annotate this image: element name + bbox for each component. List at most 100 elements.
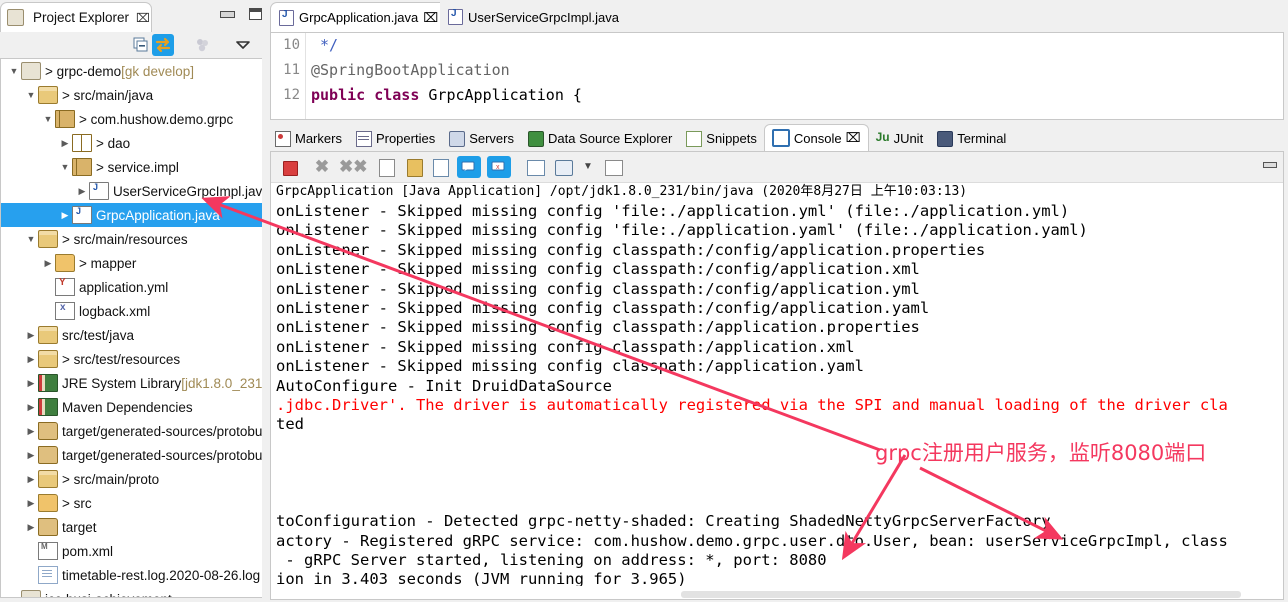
bottom-panel-tab[interactable]: Properties: [349, 126, 442, 151]
close-icon[interactable]: ⌧: [846, 130, 861, 146]
terminate-icon[interactable]: [283, 161, 298, 176]
close-icon[interactable]: ⌧: [136, 11, 150, 25]
show-console-on-output-icon[interactable]: [457, 156, 481, 178]
clear-console-icon[interactable]: [379, 159, 395, 177]
expand-arrow-icon[interactable]: [58, 210, 72, 221]
data-source-explorer-icon: [528, 130, 544, 147]
editor-tab-label: GrpcApplication.java: [299, 10, 419, 25]
project-explorer-panel: Project Explorer ⌧ > grpc-demo [gk devel: [0, 0, 268, 602]
bottom-panel-tab[interactable]: Markers: [268, 126, 349, 151]
expand-arrow-icon[interactable]: [41, 258, 55, 269]
tree-item[interactable]: > src/test/resources: [1, 347, 262, 371]
expand-arrow-icon[interactable]: [24, 402, 38, 413]
editor-tab[interactable]: UserServiceGrpcImpl.java: [440, 2, 627, 32]
expand-arrow-icon[interactable]: [58, 138, 72, 149]
remove-all-terminated-icon[interactable]: ✖✖: [339, 158, 368, 176]
expand-arrow-icon[interactable]: [41, 114, 55, 124]
collapse-all-icon[interactable]: [130, 34, 152, 56]
view-menu-icon[interactable]: [232, 34, 254, 56]
tree-item[interactable]: application.yml: [1, 275, 262, 299]
display-selected-console-icon[interactable]: [555, 160, 573, 176]
library-icon: [38, 374, 58, 392]
target-folder-icon: [38, 518, 58, 536]
expand-arrow-icon[interactable]: [24, 354, 38, 365]
console-dropdown-icon[interactable]: ▼: [579, 158, 597, 176]
bottom-panel-tab[interactable]: Data Source Explorer: [521, 126, 679, 151]
console-line: onListener - Skipped missing config clas…: [276, 279, 920, 298]
bottom-panel-tab[interactable]: JUnit: [869, 126, 931, 151]
tree-item[interactable]: jcc-busi-achievement: [1, 587, 262, 597]
new-console-view-icon[interactable]: [605, 160, 623, 176]
tree-item[interactable]: Maven Dependencies: [1, 395, 262, 419]
tree-item[interactable]: > com.hushow.demo.grpc: [1, 107, 262, 131]
console-line: onListener - Skipped missing config 'fil…: [276, 202, 1070, 220]
servers-icon: [449, 130, 466, 147]
pin-console-icon[interactable]: [527, 160, 545, 176]
console-horizontal-scrollbar[interactable]: [681, 591, 1241, 598]
code-editor[interactable]: 10 11 12 */ @SpringBootApplication public cl…: [270, 32, 1284, 120]
tree-item[interactable]: target/generated-sources/protobuf/: [1, 443, 262, 467]
tree-item[interactable]: src/test/java: [1, 323, 262, 347]
console-line: - gRPC Server started, listening on addr…: [276, 551, 827, 570]
expand-arrow-icon[interactable]: [58, 162, 72, 172]
expand-arrow-icon[interactable]: [24, 90, 38, 100]
bottom-panel-tab-label: Servers: [469, 131, 514, 146]
expand-arrow-icon[interactable]: [24, 426, 38, 437]
remove-launch-icon[interactable]: ✖: [313, 158, 331, 176]
code-token: public class: [311, 86, 429, 104]
close-icon[interactable]: ⌧: [423, 10, 438, 26]
console-output[interactable]: onListener - Skipped missing config 'fil…: [271, 202, 1283, 586]
link-with-editor-icon[interactable]: [152, 34, 174, 56]
project-tree[interactable]: > grpc-demo [gk develop] > src/main/java >…: [0, 58, 262, 598]
tree-item[interactable]: pom.xml: [1, 539, 262, 563]
scroll-lock-icon[interactable]: [407, 159, 423, 177]
expand-arrow-icon[interactable]: [24, 450, 38, 461]
tree-item-label: timetable-rest.log.2020-08-26.log: [62, 567, 261, 583]
code-token: @SpringBootApplication: [311, 61, 510, 79]
minimize-icon[interactable]: [1263, 162, 1277, 168]
bottom-panel-tab[interactable]: Servers: [442, 126, 521, 151]
bottom-panel-tab[interactable]: Snippets: [679, 126, 764, 151]
tree-item[interactable]: target/generated-sources/protobuf/: [1, 419, 262, 443]
tree-item[interactable]: > src: [1, 491, 262, 515]
expand-arrow-icon[interactable]: [24, 378, 38, 389]
expand-arrow-icon[interactable]: [24, 498, 38, 509]
minimize-icon[interactable]: [220, 10, 235, 18]
show-console-on-error-icon[interactable]: x: [487, 156, 511, 178]
expand-arrow-icon[interactable]: [24, 522, 38, 533]
editor-area: GrpcApplication.java ⌧ UserServiceGrpcImpl…: [268, 0, 1288, 602]
tree-item[interactable]: JRE System Library [jdk1.8.0_231]: [1, 371, 262, 395]
tab-project-explorer[interactable]: Project Explorer ⌧: [0, 2, 152, 32]
tree-item[interactable]: UserServiceGrpcImpl.java: [1, 179, 262, 203]
tree-item[interactable]: target: [1, 515, 262, 539]
maximize-icon[interactable]: [249, 8, 262, 20]
expand-arrow-icon[interactable]: [7, 66, 21, 76]
tree-item[interactable]: > service.impl: [1, 155, 262, 179]
tree-item[interactable]: > mapper: [1, 251, 262, 275]
filter-icon[interactable]: [192, 34, 214, 56]
tree-item[interactable]: > dao: [1, 131, 262, 155]
tree-item[interactable]: > src/main/resources: [1, 227, 262, 251]
expand-arrow-icon[interactable]: [24, 474, 38, 485]
editor-tabbar: GrpcApplication.java ⌧ UserServiceGrpcImpl…: [268, 0, 1288, 32]
tree-item[interactable]: timetable-rest.log.2020-08-26.log: [1, 563, 262, 587]
editor-tab[interactable]: GrpcApplication.java ⌧: [270, 2, 448, 32]
code-content[interactable]: */ @SpringBootApplication public class Grp…: [311, 33, 582, 108]
word-wrap-icon[interactable]: [433, 159, 449, 177]
console-line: onListener - Skipped missing config 'fil…: [276, 221, 1088, 240]
code-token: */: [311, 36, 339, 54]
tree-item[interactable]: GrpcApplication.java: [1, 203, 262, 227]
expand-arrow-icon[interactable]: [24, 330, 38, 341]
expand-arrow-icon[interactable]: [75, 186, 89, 197]
bottom-panel-tab[interactable]: Console ⌧: [763, 124, 869, 151]
tree-item[interactable]: > src/main/proto: [1, 467, 262, 491]
tree-item-label: > dao: [96, 135, 131, 151]
bottom-panel-tab[interactable]: Terminal: [930, 126, 1013, 151]
console-line: onListener - Skipped missing config clas…: [276, 298, 930, 317]
tree-item[interactable]: > src/main/java: [1, 83, 262, 107]
tree-item[interactable]: logback.xml: [1, 299, 262, 323]
bottom-panel-tab-label: Properties: [375, 131, 436, 146]
tree-item[interactable]: > grpc-demo [gk develop]: [1, 59, 262, 83]
expand-arrow-icon[interactable]: [24, 234, 38, 244]
